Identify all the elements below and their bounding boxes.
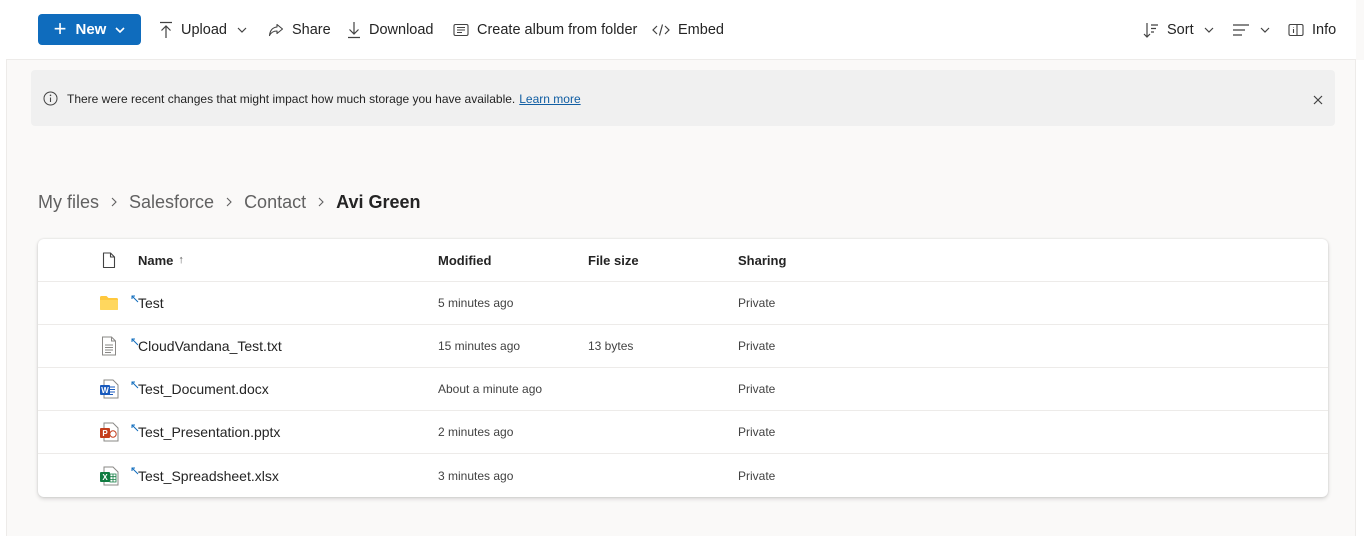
sort-ascending-icon: ↑ (178, 254, 184, 266)
create-album-button[interactable]: Create album from folder (453, 14, 637, 45)
column-header-name-label: Name (138, 252, 174, 268)
chevron-right-icon (318, 197, 324, 207)
column-header-file-size[interactable]: File size (588, 239, 639, 281)
table-row[interactable]: X Test_Spreadsheet.xlsx 3 minutes ago Pr… (38, 454, 1328, 497)
breadcrumb-item-salesforce[interactable]: Salesforce (129, 192, 214, 213)
download-label: Download (369, 21, 434, 38)
modified-time: 3 minutes ago (438, 468, 514, 483)
chevron-right-icon (226, 197, 232, 207)
modified-time: 5 minutes ago (438, 296, 514, 310)
table-header-row: Name ↑ Modified File size Sharing (38, 239, 1328, 282)
share-button[interactable]: Share (268, 14, 331, 45)
new-label: New (75, 21, 107, 38)
new-button[interactable]: + New (38, 14, 141, 45)
file-name[interactable]: Test (138, 282, 164, 324)
upload-button[interactable]: Upload (159, 14, 247, 45)
close-icon[interactable] (1313, 92, 1323, 110)
sort-icon (1143, 22, 1159, 38)
album-icon (453, 23, 469, 37)
excel-file-icon: X (98, 454, 120, 497)
sort-label: Sort (1167, 21, 1194, 38)
word-file-icon: W (98, 368, 120, 410)
modified-time: About a minute ago (438, 382, 543, 396)
breadcrumb-current: Avi Green (336, 191, 421, 212)
scrollbar[interactable] (1355, 60, 1364, 536)
embed-button[interactable]: Embed (652, 14, 724, 45)
breadcrumb: My files Salesforce Contact Avi Green (38, 190, 420, 214)
download-icon (347, 21, 361, 39)
share-label: Share (292, 21, 331, 38)
column-header-name[interactable]: Name ↑ (138, 239, 184, 281)
table-row[interactable]: P Test_Presentation.pptx 2 minutes ago P… (38, 411, 1328, 454)
file-list: Name ↑ Modified File size Sharing Test 5… (38, 239, 1328, 497)
view-options-button[interactable] (1232, 14, 1270, 45)
sort-button[interactable]: Sort (1143, 14, 1214, 45)
code-icon (652, 23, 670, 37)
svg-text:X: X (102, 473, 108, 482)
album-label: Create album from folder (477, 21, 638, 38)
chevron-right-icon (111, 197, 117, 207)
upload-icon (159, 21, 173, 39)
banner-message: There were recent changes that might imp… (67, 92, 581, 106)
sharing-status: Private (738, 339, 776, 353)
folder-icon (98, 282, 120, 324)
learn-more-link[interactable]: Learn more (519, 92, 580, 106)
banner-text: There were recent changes that might imp… (67, 92, 516, 106)
svg-text:P: P (102, 429, 108, 438)
plus-icon: + (53, 15, 67, 41)
sharing-status: Private (738, 425, 776, 439)
modified-time: 15 minutes ago (438, 339, 521, 353)
text-file-icon (98, 325, 120, 367)
file-size: 13 bytes (588, 339, 634, 353)
column-header-sharing[interactable]: Sharing (738, 239, 786, 281)
svg-text:W: W (101, 386, 109, 395)
breadcrumb-item-my-files[interactable]: My files (38, 192, 99, 213)
chevron-down-icon (1260, 27, 1270, 33)
file-type-header-icon[interactable] (98, 239, 120, 281)
modified-time: 2 minutes ago (438, 425, 514, 439)
upload-label: Upload (181, 21, 227, 38)
list-view-icon (1232, 23, 1250, 37)
file-name[interactable]: Test_Presentation.pptx (138, 411, 280, 453)
embed-label: Embed (678, 21, 724, 38)
sharing-status: Private (738, 468, 776, 483)
table-row[interactable]: W Test_Document.docx About a minute ago … (38, 368, 1328, 411)
info-label: Info (1312, 21, 1337, 38)
sharing-status: Private (738, 296, 776, 310)
info-button[interactable]: Info (1288, 14, 1336, 45)
table-row[interactable]: CloudVandana_Test.txt 15 minutes ago 13 … (38, 325, 1328, 368)
sharing-status: Private (738, 382, 776, 396)
file-name[interactable]: Test_Document.docx (138, 368, 269, 410)
breadcrumb-item-contact[interactable]: Contact (244, 192, 306, 213)
command-bar: + New Upload Share Download Create album… (6, 0, 1356, 60)
storage-notice-banner: There were recent changes that might imp… (31, 70, 1335, 126)
table-row[interactable]: Test 5 minutes ago Private (38, 282, 1328, 325)
file-name[interactable]: CloudVandana_Test.txt (138, 325, 282, 367)
file-name[interactable]: Test_Spreadsheet.xlsx (138, 454, 279, 497)
chevron-down-icon (237, 27, 247, 33)
info-icon (43, 91, 58, 111)
share-icon (268, 23, 284, 37)
chevron-down-icon (1204, 27, 1214, 33)
download-button[interactable]: Download (347, 14, 434, 45)
powerpoint-file-icon: P (98, 411, 120, 453)
chevron-down-icon (115, 26, 125, 33)
column-header-modified[interactable]: Modified (438, 239, 491, 281)
info-panel-icon (1288, 23, 1304, 37)
left-rail (0, 0, 7, 536)
